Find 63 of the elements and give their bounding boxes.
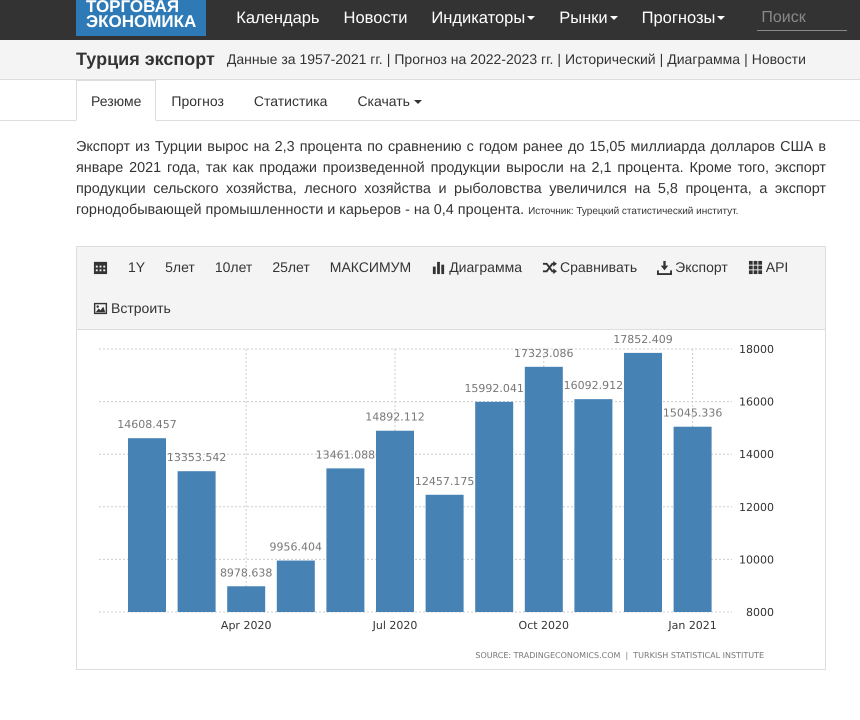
page-title: Турция экспорт: [76, 48, 215, 71]
range-button[interactable]: 10лет: [204, 247, 262, 288]
bar: [227, 586, 266, 612]
shuffle-icon: [542, 260, 557, 275]
tab[interactable]: Статистика: [238, 80, 342, 121]
data-label: 13461.088: [316, 448, 376, 462]
nav-link[interactable]: Индикаторы: [431, 6, 536, 30]
data-label: 14608.457: [117, 418, 177, 432]
site-logo[interactable]: ТОРГОВАЯ ЭКОНОМИКА: [76, 0, 206, 36]
y-tick-label: 14000: [739, 448, 774, 462]
toolbar-button[interactable]: Диаграмма: [421, 247, 532, 288]
y-tick-label: 10000: [739, 553, 774, 566]
separator: |: [557, 51, 562, 67]
data-label: 13353.542: [166, 451, 226, 464]
tab[interactable]: Резюме: [76, 80, 156, 121]
separator: |: [744, 51, 748, 67]
nav-link[interactable]: Новости: [344, 6, 408, 30]
nav-link[interactable]: Рынки: [559, 6, 618, 30]
range-button[interactable]: 25лет: [262, 247, 320, 288]
grid-icon: [748, 260, 763, 275]
header-link[interactable]: Данные за 1957-2021 гг.: [226, 51, 383, 67]
x-tick-label: Oct 2020: [518, 619, 570, 632]
toolbar-button[interactable]: Встроить: [83, 288, 181, 329]
x-tick-label: Jan 2021: [668, 619, 717, 632]
x-tick-label: Apr 2020: [220, 619, 272, 632]
chart-source: SOURCE: TRADINGECONOMICS.COM | TURKISH STATISTICAL INSTITUTE: [475, 651, 764, 660]
header-link[interactable]: Прогноз на 2022-2023 гг.: [394, 51, 554, 67]
data-label: 9956.404: [270, 540, 322, 554]
y-tick-label: 16000: [739, 396, 774, 409]
data-label: 14892.112: [365, 410, 425, 424]
range-button[interactable]: МАКСИМУМ: [320, 247, 422, 288]
header-link[interactable]: Диаграмма: [667, 51, 740, 67]
y-tick-label: 18000: [739, 343, 774, 356]
x-tick-label: Jul 2020: [372, 619, 418, 632]
nav-link[interactable]: Календарь: [236, 6, 320, 30]
toolbar-button[interactable]: Сравнивать: [532, 247, 648, 288]
toolbar-button[interactable]: API: [738, 247, 798, 288]
nav-link[interactable]: Прогнозы: [642, 6, 726, 30]
range-button[interactable]: 1Y: [118, 247, 156, 288]
toolbar-button[interactable]: Экспорт: [647, 247, 738, 288]
header-link[interactable]: Исторический: [565, 51, 656, 67]
bar: [276, 560, 315, 612]
download-icon: [657, 260, 672, 275]
separator: |: [386, 51, 390, 67]
data-label: 17852.409: [613, 332, 673, 346]
data-label: 17323.086: [514, 346, 574, 360]
tab[interactable]: Скачать: [342, 80, 437, 121]
data-label: 12457.175: [414, 474, 474, 488]
data-label: 8978.638: [220, 566, 272, 580]
calendar-icon: [93, 260, 108, 275]
range-button[interactable]: 5лет: [155, 247, 205, 288]
tab[interactable]: Прогноз: [156, 80, 239, 121]
data-label: 15045.336: [662, 406, 722, 420]
bar-chart-icon: [431, 260, 446, 275]
data-label: 16092.912: [564, 379, 624, 392]
y-tick-label: 12000: [739, 500, 774, 514]
separator: |: [660, 51, 664, 67]
y-tick-label: 8000: [746, 606, 774, 619]
data-label: 15992.041: [464, 382, 524, 395]
summary-paragraph: Экспорт из Турции вырос на 2,3 процента по сравнению с годом ранее до 15,05 миллиарда долларов США в январе 2021 года, так как продажи произведенной продукции выросли на 2,1 процента. Кроме того, экспорт продукции сельского хозяйства, лесного хозяйства и рыболовства увеличился на 5,8 процента, а экспорт горнодобывающей промышленности и карьеров - на 0,4 процента. Источник: Турецкий статистический институт.: [76, 138, 826, 220]
header-link[interactable]: Новости: [752, 51, 806, 67]
image-icon: [93, 301, 108, 316]
search-field[interactable]: Поиск: [757, 6, 848, 30]
